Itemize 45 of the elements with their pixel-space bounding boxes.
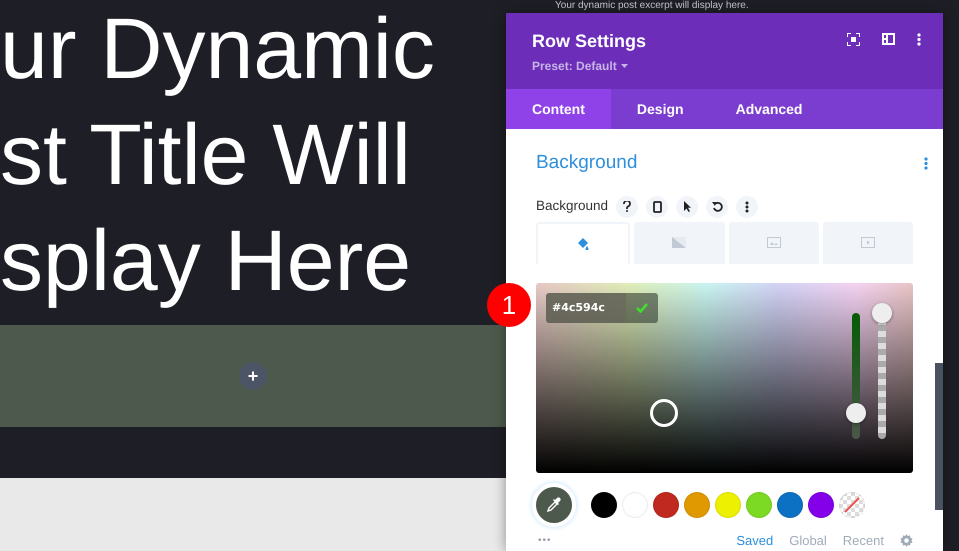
caret-icon <box>620 64 628 68</box>
color-swatch[interactable] <box>653 492 679 518</box>
sidebar-layout-icon[interactable] <box>882 33 895 45</box>
transparent-swatch[interactable] <box>839 492 865 518</box>
field-label: Background <box>536 197 608 216</box>
preset-dropdown[interactable]: Preset: Default <box>532 57 628 75</box>
section-title: Background <box>536 151 638 175</box>
add-button[interactable]: + <box>239 362 267 390</box>
hue-slider-thumb[interactable] <box>846 403 866 424</box>
more-options-icon[interactable] <box>736 196 758 218</box>
mobile-icon[interactable] <box>646 196 668 218</box>
eyedropper-icon <box>546 496 562 512</box>
pointer-icon[interactable] <box>676 196 698 218</box>
color-swatch[interactable] <box>715 492 741 518</box>
image-icon <box>766 236 781 249</box>
title-line: ur Dynamic <box>0 0 435 99</box>
help-icon[interactable] <box>616 196 638 218</box>
color-swatch[interactable] <box>777 492 803 518</box>
panel-tab[interactable]: Design <box>610 89 710 129</box>
post-excerpt: Your dynamic post excerpt will display here. <box>554 0 750 13</box>
palette-tab[interactable]: Saved <box>720 530 774 550</box>
paint-bucket-icon <box>576 237 590 250</box>
color-selector-handle[interactable] <box>650 398 678 426</box>
color-swatch[interactable] <box>684 492 710 518</box>
video-icon <box>860 236 875 249</box>
color-swatch[interactable] <box>746 492 772 518</box>
more-options-icon[interactable] <box>917 33 921 46</box>
reset-icon[interactable] <box>706 196 728 218</box>
color-swatch[interactable] <box>808 492 834 518</box>
hex-field[interactable]: #4c594c <box>546 292 626 322</box>
section-options-icon[interactable] <box>924 156 928 170</box>
panel-tab[interactable]: Content <box>506 89 611 129</box>
confirm-check-icon[interactable] <box>626 292 658 322</box>
gradient-icon <box>672 236 686 249</box>
scrollbar[interactable] <box>935 363 943 510</box>
more-button[interactable]: ••• <box>538 532 552 548</box>
step-marker: 1 <box>487 283 531 327</box>
expand-icon[interactable] <box>847 33 860 46</box>
color-picker-area[interactable]: #4c594c <box>536 282 913 472</box>
opacity-slider-thumb[interactable] <box>872 302 892 322</box>
color-swatch[interactable] <box>591 492 617 518</box>
panel-title: Row Settings <box>532 30 646 53</box>
panel-tab[interactable]: Advanced <box>710 89 828 129</box>
title-line: splay Here <box>0 212 412 311</box>
title-line: st Title Will <box>0 106 411 205</box>
